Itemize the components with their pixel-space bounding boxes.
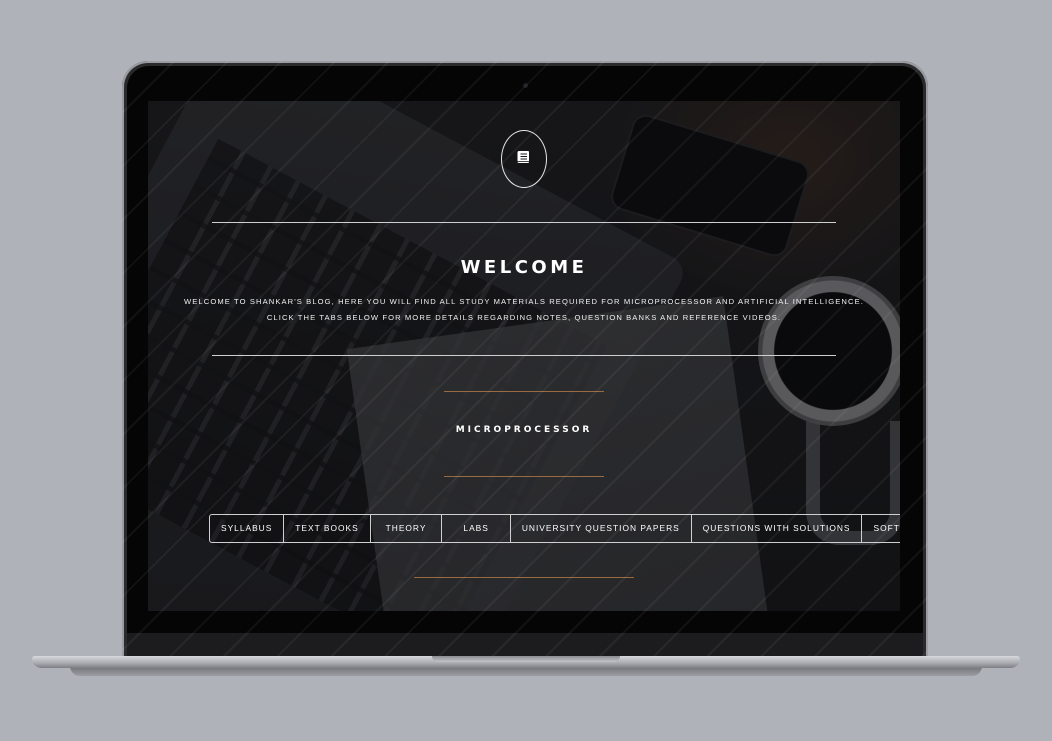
- intro-text-line-2: CLICK THE TABS BELOW FOR MORE DETAILS RE…: [266, 313, 782, 322]
- divider-middle: [212, 355, 836, 356]
- laptop-chin: [127, 633, 923, 657]
- tab-questions-with-solutions[interactable]: QUESTIONS WITH SOLUTIONS: [692, 515, 863, 542]
- accent-line-footer: [414, 577, 634, 578]
- welcome-title: WELCOME: [460, 257, 588, 278]
- accent-line-bottom: [444, 476, 604, 477]
- tab-softwares[interactable]: SOFTWARES: [862, 515, 900, 542]
- laptop-notch: [432, 656, 620, 662]
- tab-syllabus[interactable]: SYLLABUS: [210, 515, 285, 542]
- section-title: MICROPROCESSOR: [455, 425, 593, 435]
- tab-theory[interactable]: THEORY: [371, 515, 443, 542]
- laptop-mockup: WELCOME WELCOME TO SHANKAR'S BLOG, HERE …: [0, 0, 1052, 741]
- tab-bar: SYLLABUS TEXT BOOKS THEORY LABS UNIVERSI…: [209, 514, 900, 543]
- tab-text-books[interactable]: TEXT BOOKS: [284, 515, 371, 542]
- intro-text-line-1: WELCOME TO SHANKAR'S BLOG, HERE YOU WILL…: [184, 297, 864, 306]
- divider-top: [212, 222, 836, 223]
- tab-university-question-papers[interactable]: UNIVERSITY QUESTION PAPERS: [511, 515, 692, 542]
- accent-line-top: [444, 391, 604, 392]
- tab-labs[interactable]: LABS: [442, 515, 511, 542]
- camera-icon: [523, 83, 528, 88]
- logo-badge[interactable]: [501, 130, 547, 188]
- book-icon: [515, 148, 533, 171]
- website-screen: WELCOME WELCOME TO SHANKAR'S BLOG, HERE …: [148, 101, 900, 611]
